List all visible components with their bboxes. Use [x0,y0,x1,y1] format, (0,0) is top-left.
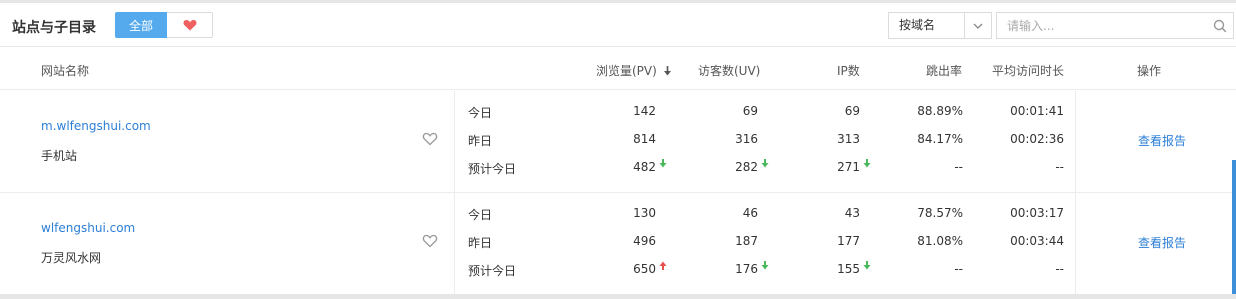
uv-value: 187 [735,234,758,248]
avg-time-value: -- [1055,262,1064,276]
chevron-down-icon[interactable] [964,13,991,38]
view-report-link[interactable]: 查看报告 [1138,132,1186,149]
table-header: 网站名称 浏览量(PV) 访客数(UV) IP数 跳出率 平均访问时长 操作 [0,48,1236,90]
ip-value: 271 [837,160,860,174]
view-report-link[interactable]: 查看报告 [1138,234,1186,251]
column-header-ip[interactable]: IP数 [837,62,860,79]
pv-value: 496 [633,234,656,248]
row-label-forecast: 预计今日 [468,264,517,278]
column-header-bounce[interactable]: 跳出率 [926,62,962,79]
avg-time-value: 00:01:41 [1010,104,1064,118]
heart-outline-icon[interactable] [422,233,438,249]
row-label-yesterday: 昨日 [468,134,493,148]
avg-time-value: -- [1055,160,1064,174]
site-url-link[interactable]: m.wlfengshui.com [41,119,151,133]
arrow-up-icon [659,261,667,270]
row-label-yesterday: 昨日 [468,236,493,250]
column-divider [1075,91,1076,192]
site-url-link[interactable]: wlfengshui.com [41,221,135,235]
site-name: 万灵风水网 [41,251,102,265]
site-name: 手机站 [41,149,78,163]
column-header-avg-time[interactable]: 平均访问时长 [992,62,1064,79]
domain-select-value: 按域名 [899,18,936,32]
row-label-today: 今日 [468,208,493,222]
page-title: 站点与子目录 [12,20,96,36]
uv-value: 316 [735,132,758,146]
column-header-pv[interactable]: 浏览量(PV) [596,62,672,79]
column-header-action: 操作 [1137,64,1162,78]
vertical-scrollbar-thumb[interactable] [1232,160,1236,294]
row-label-today: 今日 [468,106,493,120]
bounce-value: 88.89% [917,104,963,118]
pv-value: 650 [633,262,656,276]
uv-value: 176 [735,262,758,276]
bounce-value: -- [954,160,963,174]
bounce-value: -- [954,262,963,276]
arrow-down-icon [863,159,871,168]
horizontal-scrollbar[interactable] [0,294,1236,299]
ip-value: 43 [844,206,860,220]
domain-select[interactable]: 按域名 [888,12,992,39]
arrow-down-icon [761,261,769,270]
column-header-uv[interactable]: 访客数(UV) [698,62,760,79]
toolbar: 站点与子目录 全部 按域名 [0,3,1236,47]
uv-value: 282 [735,160,758,174]
column-divider [454,193,455,294]
bounce-value: 81.08% [917,234,963,248]
heart-icon [183,20,196,31]
ip-value: 69 [844,104,860,118]
filter-all-button[interactable]: 全部 [115,12,167,38]
search-box [996,12,1234,39]
arrow-down-icon [659,159,667,168]
ip-value: 177 [837,234,860,248]
avg-time-value: 00:03:44 [1010,234,1064,248]
pv-value: 130 [633,206,656,220]
uv-value: 69 [742,104,758,118]
search-icon[interactable] [1207,19,1233,33]
arrow-down-icon [863,261,871,270]
filter-toggle-group: 全部 [115,12,213,38]
search-input[interactable] [997,13,1207,38]
column-header-site: 网站名称 [41,64,90,78]
uv-value: 46 [742,206,758,220]
site-block: m.wlfengshui.com 手机站 今日 昨日 预计今日 142 69 6… [0,91,1236,193]
sort-desc-icon [663,66,671,76]
bounce-value: 78.57% [917,206,963,220]
pv-value: 142 [633,104,656,118]
bounce-value: 84.17% [917,132,963,146]
ip-value: 313 [837,132,860,146]
column-divider [1075,193,1076,294]
pv-value: 814 [633,132,656,146]
ip-value: 155 [837,262,860,276]
heart-outline-icon[interactable] [422,131,438,147]
pv-value: 482 [633,160,656,174]
filter-favorites-button[interactable] [167,12,213,38]
row-label-forecast: 预计今日 [468,162,517,176]
column-divider [454,91,455,192]
avg-time-value: 00:03:17 [1010,206,1064,220]
arrow-down-icon [761,159,769,168]
site-block: wlfengshui.com 万灵风水网 今日 昨日 预计今日 130 46 4… [0,193,1236,295]
avg-time-value: 00:02:36 [1010,132,1064,146]
